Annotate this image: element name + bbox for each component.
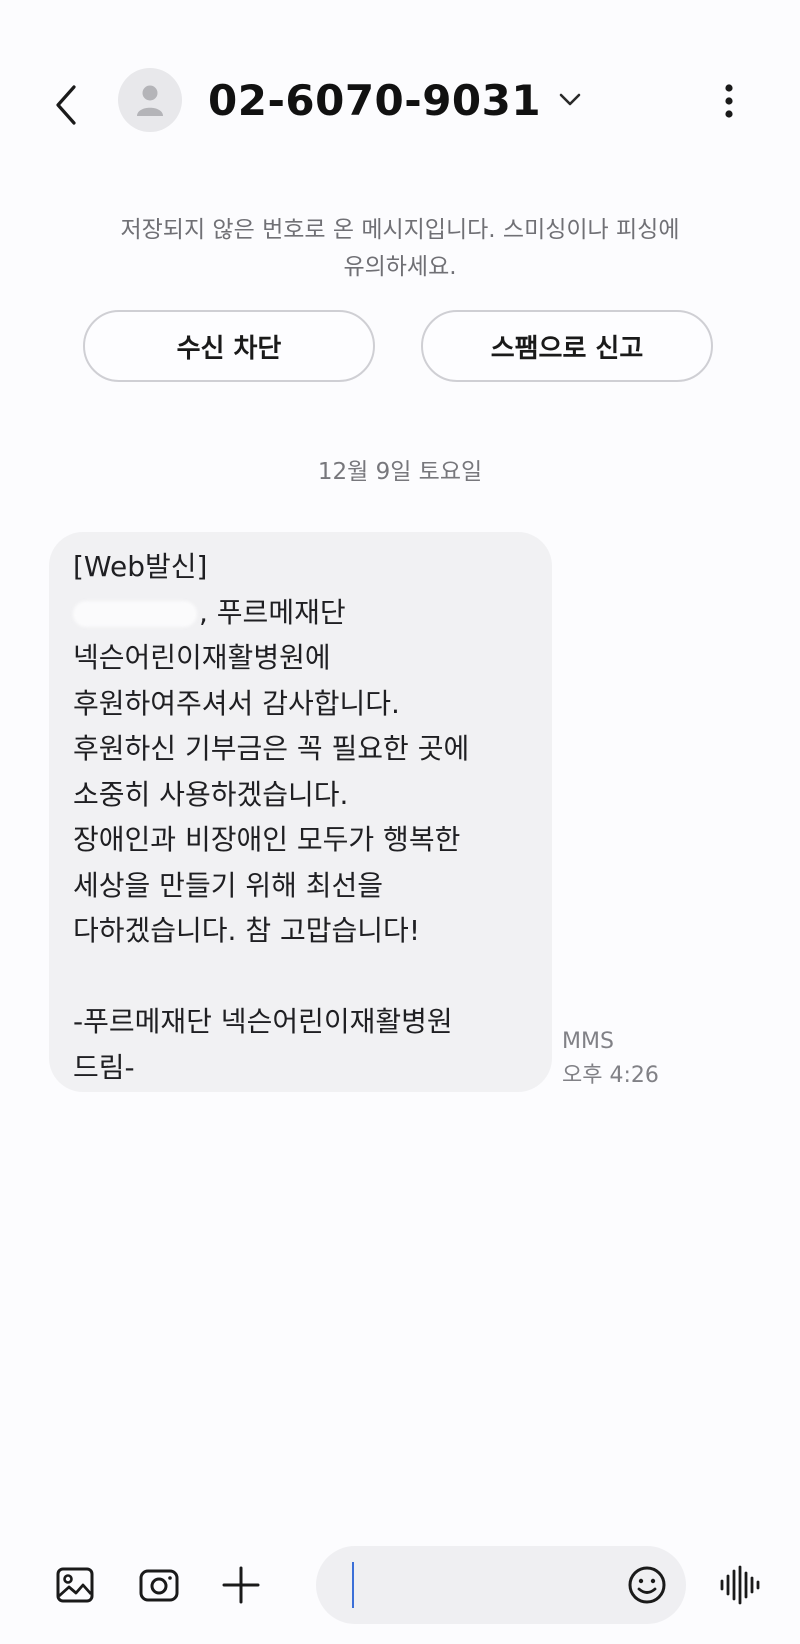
message-type-label: MMS <box>562 1029 614 1054</box>
avatar[interactable] <box>118 68 182 132</box>
warning-line-2: 유의하세요. <box>343 254 457 280</box>
message-input-container[interactable] <box>316 1546 686 1624</box>
emoji-button[interactable] <box>626 1564 668 1606</box>
warning-line-1: 저장되지 않은 번호로 온 메시지입니다. 스미싱이나 피싱에 <box>120 217 680 243</box>
received-message-bubble[interactable]: [Web발신] , 푸르메재단 넥슨어린이재활병원에 후원하여주셔서 감사합니다… <box>49 532 552 1092</box>
message-line: 드림- <box>73 1050 135 1084</box>
message-line <box>73 954 532 1000</box>
attach-button[interactable] <box>218 1562 264 1608</box>
conversation-header: 02-6070-9031 <box>0 60 800 150</box>
plus-icon <box>222 1566 260 1604</box>
redacted-name <box>73 600 197 627</box>
composer-bar <box>0 1540 800 1630</box>
message-thread-screen: 02-6070-9031 저장되지 않은 번호로 온 메시지입니다. 스미싱이나… <box>0 0 800 1644</box>
camera-button[interactable] <box>136 1562 182 1608</box>
voice-button[interactable] <box>716 1562 762 1608</box>
contact-number: 02-6070-9031 <box>208 75 542 125</box>
message-line: -푸르메재단 넥슨어린이재활병원 <box>73 1005 453 1038</box>
contact-title[interactable]: 02-6070-9031 <box>208 72 581 128</box>
message-meta: MMS 오후 4:26 <box>562 1025 659 1093</box>
message-line: 세상을 만들기 위해 최선을 <box>73 868 384 902</box>
message-line: , 푸르메재단 <box>73 590 532 636</box>
person-icon <box>137 85 163 116</box>
message-line: 후원하신 기부금은 꼭 필요한 곳에 <box>73 732 470 765</box>
emoji-icon <box>628 1566 666 1604</box>
back-button[interactable] <box>46 78 86 132</box>
gallery-icon <box>56 1567 94 1603</box>
message-line: 장애인과 비장애인 모두가 행복한 <box>73 823 461 856</box>
gallery-button[interactable] <box>52 1562 98 1608</box>
message-line: 넥슨어린이재활병원에 <box>73 641 331 674</box>
message-line: [Web발신] <box>73 550 208 583</box>
more-options-button[interactable] <box>714 76 744 126</box>
chevron-down-icon <box>559 93 581 107</box>
message-timestamp: 오후 4:26 <box>562 1063 659 1088</box>
message-line: 다하겠습니다. 참 고맙습니다! <box>73 914 421 947</box>
more-vertical-icon <box>725 84 733 118</box>
text-caret <box>352 1562 354 1608</box>
block-number-button[interactable]: 수신 차단 <box>83 310 375 382</box>
report-spam-button[interactable]: 스팸으로 신고 <box>421 310 713 382</box>
camera-icon <box>139 1569 179 1602</box>
voice-icon <box>720 1565 760 1605</box>
chevron-left-icon <box>56 85 76 125</box>
message-line: 소중히 사용하겠습니다. <box>73 777 349 811</box>
message-line: 후원하여주셔서 감사합니다. <box>73 686 400 720</box>
date-separator: 12월 9일 토요일 <box>317 459 483 485</box>
message-input[interactable] <box>350 1564 604 1608</box>
unsaved-number-warning: 저장되지 않은 번호로 온 메시지입니다. 스미싱이나 피싱에 유의하세요. <box>40 212 760 286</box>
